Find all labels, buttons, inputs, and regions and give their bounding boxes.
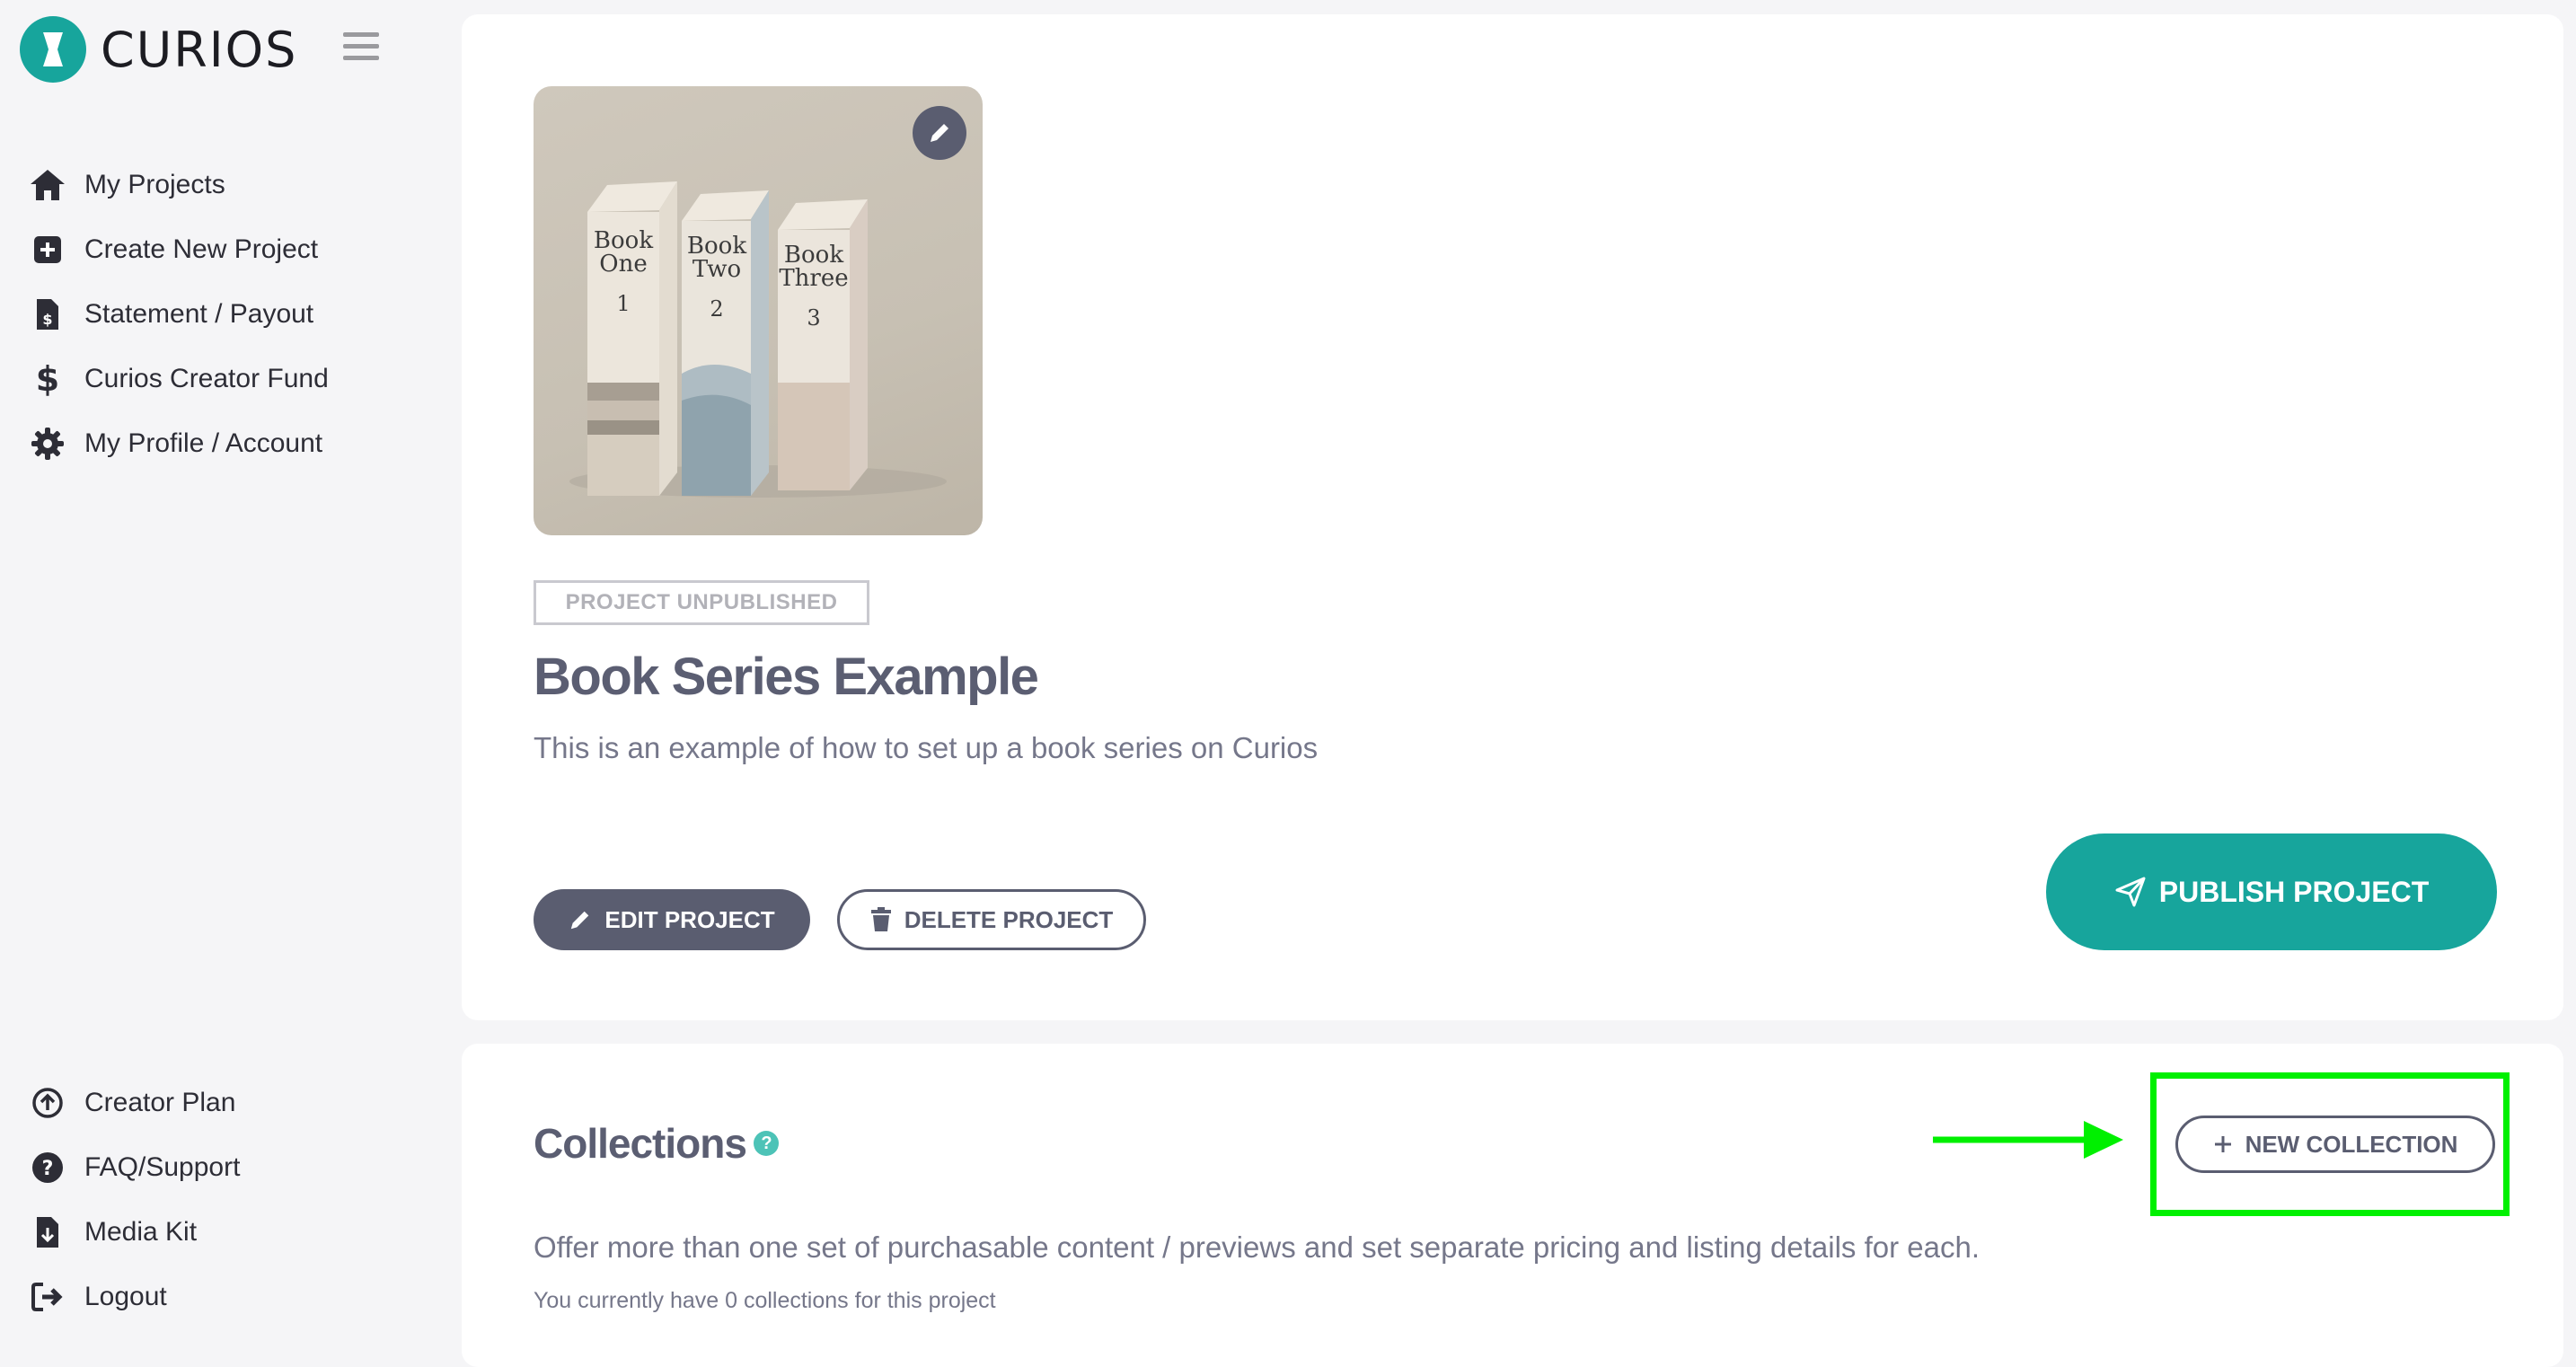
sidebar-item-label: Logout (84, 1282, 167, 1311)
sidebar-item-media-kit[interactable]: Media Kit (27, 1200, 240, 1265)
sidebar-item-label: My Profile / Account (84, 428, 323, 458)
project-title: Book Series Example (534, 648, 1039, 706)
sidebar-item-label: Create New Project (84, 234, 319, 264)
new-collection-label: NEW COLLECTION (2245, 1130, 2458, 1158)
sidebar-nav: My Projects Create New Project $ Stateme… (27, 153, 329, 476)
book-three-title-line2: Three (779, 265, 848, 292)
book-one-number: 1 (616, 291, 630, 316)
paper-plane-icon (2115, 877, 2146, 907)
sidebar-item-label: Media Kit (84, 1217, 198, 1247)
delete-project-button[interactable]: DELETE PROJECT (837, 889, 1146, 950)
project-card: Book One 1 Book Two 2 Book Three 3 PROJE… (462, 14, 2563, 1020)
project-cover-image[interactable]: Book One 1 Book Two 2 Book Three 3 (534, 86, 983, 535)
invoice-dollar-icon: $ (27, 294, 68, 335)
pencil-icon (571, 911, 589, 930)
curios-logo-icon (20, 16, 86, 83)
new-collection-button[interactable]: NEW COLLECTION (2175, 1116, 2495, 1173)
edit-project-button[interactable]: EDIT PROJECT (534, 889, 810, 950)
book-three-number: 3 (807, 305, 820, 331)
sidebar: CURIOS My Projects Create New Project $ … (0, 0, 462, 1354)
sidebar-item-label: Statement / Payout (84, 299, 314, 329)
logo[interactable]: CURIOS (20, 16, 297, 83)
sidebar-item-create-new-project[interactable]: Create New Project (27, 217, 329, 282)
sidebar-item-statement-payout[interactable]: $ Statement / Payout (27, 282, 329, 347)
sidebar-item-logout[interactable]: Logout (27, 1265, 240, 1329)
edit-cover-pencil-icon[interactable] (913, 106, 966, 160)
collections-description: Offer more than one set of purchasable c… (534, 1230, 1980, 1264)
collections-count: You currently have 0 collections for thi… (534, 1288, 996, 1313)
arrow-up-circle-icon (27, 1082, 68, 1124)
dollar-icon: $ (27, 358, 68, 400)
sidebar-item-my-profile[interactable]: My Profile / Account (27, 411, 329, 476)
brand-name: CURIOS (101, 21, 298, 78)
help-icon[interactable]: ? (753, 1131, 779, 1156)
sidebar-item-creator-plan[interactable]: Creator Plan (27, 1071, 240, 1135)
delete-project-label: DELETE PROJECT (904, 905, 1114, 933)
svg-text:?: ? (42, 1158, 54, 1180)
sidebar-item-creator-fund[interactable]: $ Curios Creator Fund (27, 347, 329, 411)
book-two-number: 2 (710, 296, 723, 322)
home-icon (27, 164, 68, 206)
sidebar-item-label: FAQ/Support (84, 1152, 241, 1182)
book-two-title-line2: Two (693, 256, 741, 283)
collections-title: Collections ? (534, 1119, 779, 1168)
plus-square-icon (27, 229, 68, 270)
sidebar-item-faq-support[interactable]: ? FAQ/Support (27, 1135, 240, 1200)
sidebar-item-label: Curios Creator Fund (84, 364, 329, 393)
edit-project-label: EDIT PROJECT (604, 905, 775, 933)
file-download-icon (27, 1212, 68, 1253)
sidebar-bottom-nav: Creator Plan ? FAQ/Support Media Kit Log… (27, 1071, 240, 1329)
gear-icon (27, 423, 68, 464)
svg-text:$: $ (42, 311, 52, 328)
collections-title-text: Collections (534, 1120, 747, 1167)
publish-project-button[interactable]: PUBLISH PROJECT (2046, 833, 2497, 950)
book-one-title-line2: One (599, 251, 647, 278)
menu-toggle-icon[interactable] (343, 32, 379, 63)
sidebar-item-label: My Projects (84, 170, 225, 199)
publish-project-label: PUBLISH PROJECT (2158, 875, 2430, 908)
status-badge: PROJECT UNPUBLISHED (534, 580, 869, 625)
sidebar-item-label: Creator Plan (84, 1088, 236, 1117)
trash-icon (870, 907, 891, 931)
sign-out-icon (27, 1276, 68, 1318)
project-description: This is an example of how to set up a bo… (534, 731, 1319, 764)
sidebar-item-my-projects[interactable]: My Projects (27, 153, 329, 217)
collections-card: Collections ? NEW COLLECTION Offer more … (462, 1044, 2563, 1367)
question-circle-icon: ? (27, 1147, 68, 1188)
annotation-arrow-icon (1933, 1121, 2123, 1159)
plus-icon (2214, 1136, 2231, 1152)
svg-text:$: $ (36, 361, 59, 397)
